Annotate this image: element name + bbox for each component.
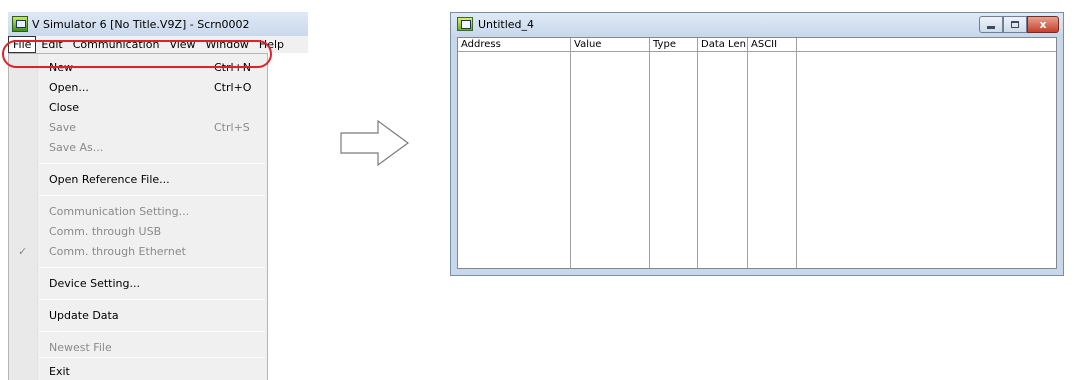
menu-item-save[interactable]: Save Ctrl+S (9, 118, 267, 138)
menu-item-comm-ethernet[interactable]: ✓ Comm. through Ethernet (9, 242, 267, 262)
menu-item-label: Update Data (49, 309, 119, 322)
menu-item-communication-setting[interactable]: Communication Setting... (9, 202, 267, 222)
window-title: V Simulator 6 [No Title.V9Z] - Scrn0002 (32, 17, 250, 31)
menu-item-label: Save As... (49, 141, 104, 154)
document-icon (457, 17, 473, 31)
app-icon (12, 16, 28, 32)
menu-item-label: Communication Setting... (49, 205, 190, 218)
column-divider (747, 38, 748, 268)
data-list-view[interactable]: Address Value Type Data Len ASCII (457, 37, 1057, 269)
menu-item-label: Device Setting... (49, 277, 140, 290)
maximize-icon (1011, 21, 1019, 28)
column-header-type[interactable]: Type (650, 38, 697, 52)
menu-item-open[interactable]: Open... Ctrl+O (9, 78, 267, 98)
column-divider (570, 38, 571, 268)
new-item-highlight-annotation (2, 40, 272, 68)
data-window-titlebar: Untitled_4 (451, 13, 1063, 35)
menu-item-label: Open... (49, 81, 89, 94)
column-header-address[interactable]: Address (458, 38, 570, 52)
menu-item-device-setting[interactable]: Device Setting... (9, 274, 267, 294)
menu-item-newest-file[interactable]: Newest File (9, 338, 267, 358)
menu-item-comm-usb[interactable]: Comm. through USB (9, 222, 267, 242)
menu-separator (39, 163, 265, 164)
menu-separator (39, 331, 265, 332)
file-menu-dropdown: New Ctrl+N Open... Ctrl+O Close Save Ctr… (8, 53, 268, 380)
column-header-data-len[interactable]: Data Len (698, 38, 747, 52)
untitled-data-window: Untitled_4 x Address Value Type Data Len… (450, 12, 1064, 276)
minimize-icon (987, 25, 995, 29)
menu-item-label: Save (49, 121, 77, 134)
menu-separator (39, 267, 265, 268)
menu-item-close[interactable]: Close (9, 98, 267, 118)
menu-separator (39, 195, 265, 196)
menu-item-label: Comm. through Ethernet (49, 245, 186, 258)
column-divider (796, 38, 797, 268)
menu-item-label: Comm. through USB (49, 225, 162, 238)
menu-item-exit[interactable]: Exit (9, 362, 267, 380)
close-button[interactable]: x (1027, 16, 1059, 33)
menu-separator (39, 357, 265, 358)
column-header-ascii[interactable]: ASCII (748, 38, 796, 52)
menu-item-label: Close (49, 101, 79, 114)
maximize-button[interactable] (1003, 16, 1027, 33)
column-header-value[interactable]: Value (571, 38, 649, 52)
right-arrow-icon (340, 120, 410, 166)
column-divider (697, 38, 698, 268)
list-header: Address Value Type Data Len ASCII (458, 38, 1056, 52)
close-icon: x (1039, 18, 1047, 31)
window-title: Untitled_4 (478, 17, 535, 31)
menu-item-shortcut: Ctrl+S (214, 121, 250, 134)
menu-item-label: Open Reference File... (49, 173, 170, 186)
menu-item-open-reference-file[interactable]: Open Reference File... (9, 170, 267, 190)
menu-item-save-as[interactable]: Save As... (9, 138, 267, 158)
menu-separator (39, 299, 265, 300)
menu-item-label: Newest File (49, 341, 112, 354)
checkmark-icon: ✓ (18, 245, 28, 258)
minimize-button[interactable] (979, 16, 1003, 33)
menu-item-label: Exit (49, 365, 70, 378)
menu-item-update-data[interactable]: Update Data (9, 306, 267, 326)
simulator-titlebar: V Simulator 6 [No Title.V9Z] - Scrn0002 (8, 12, 308, 36)
column-divider (649, 38, 650, 268)
menu-item-shortcut: Ctrl+O (214, 81, 252, 94)
